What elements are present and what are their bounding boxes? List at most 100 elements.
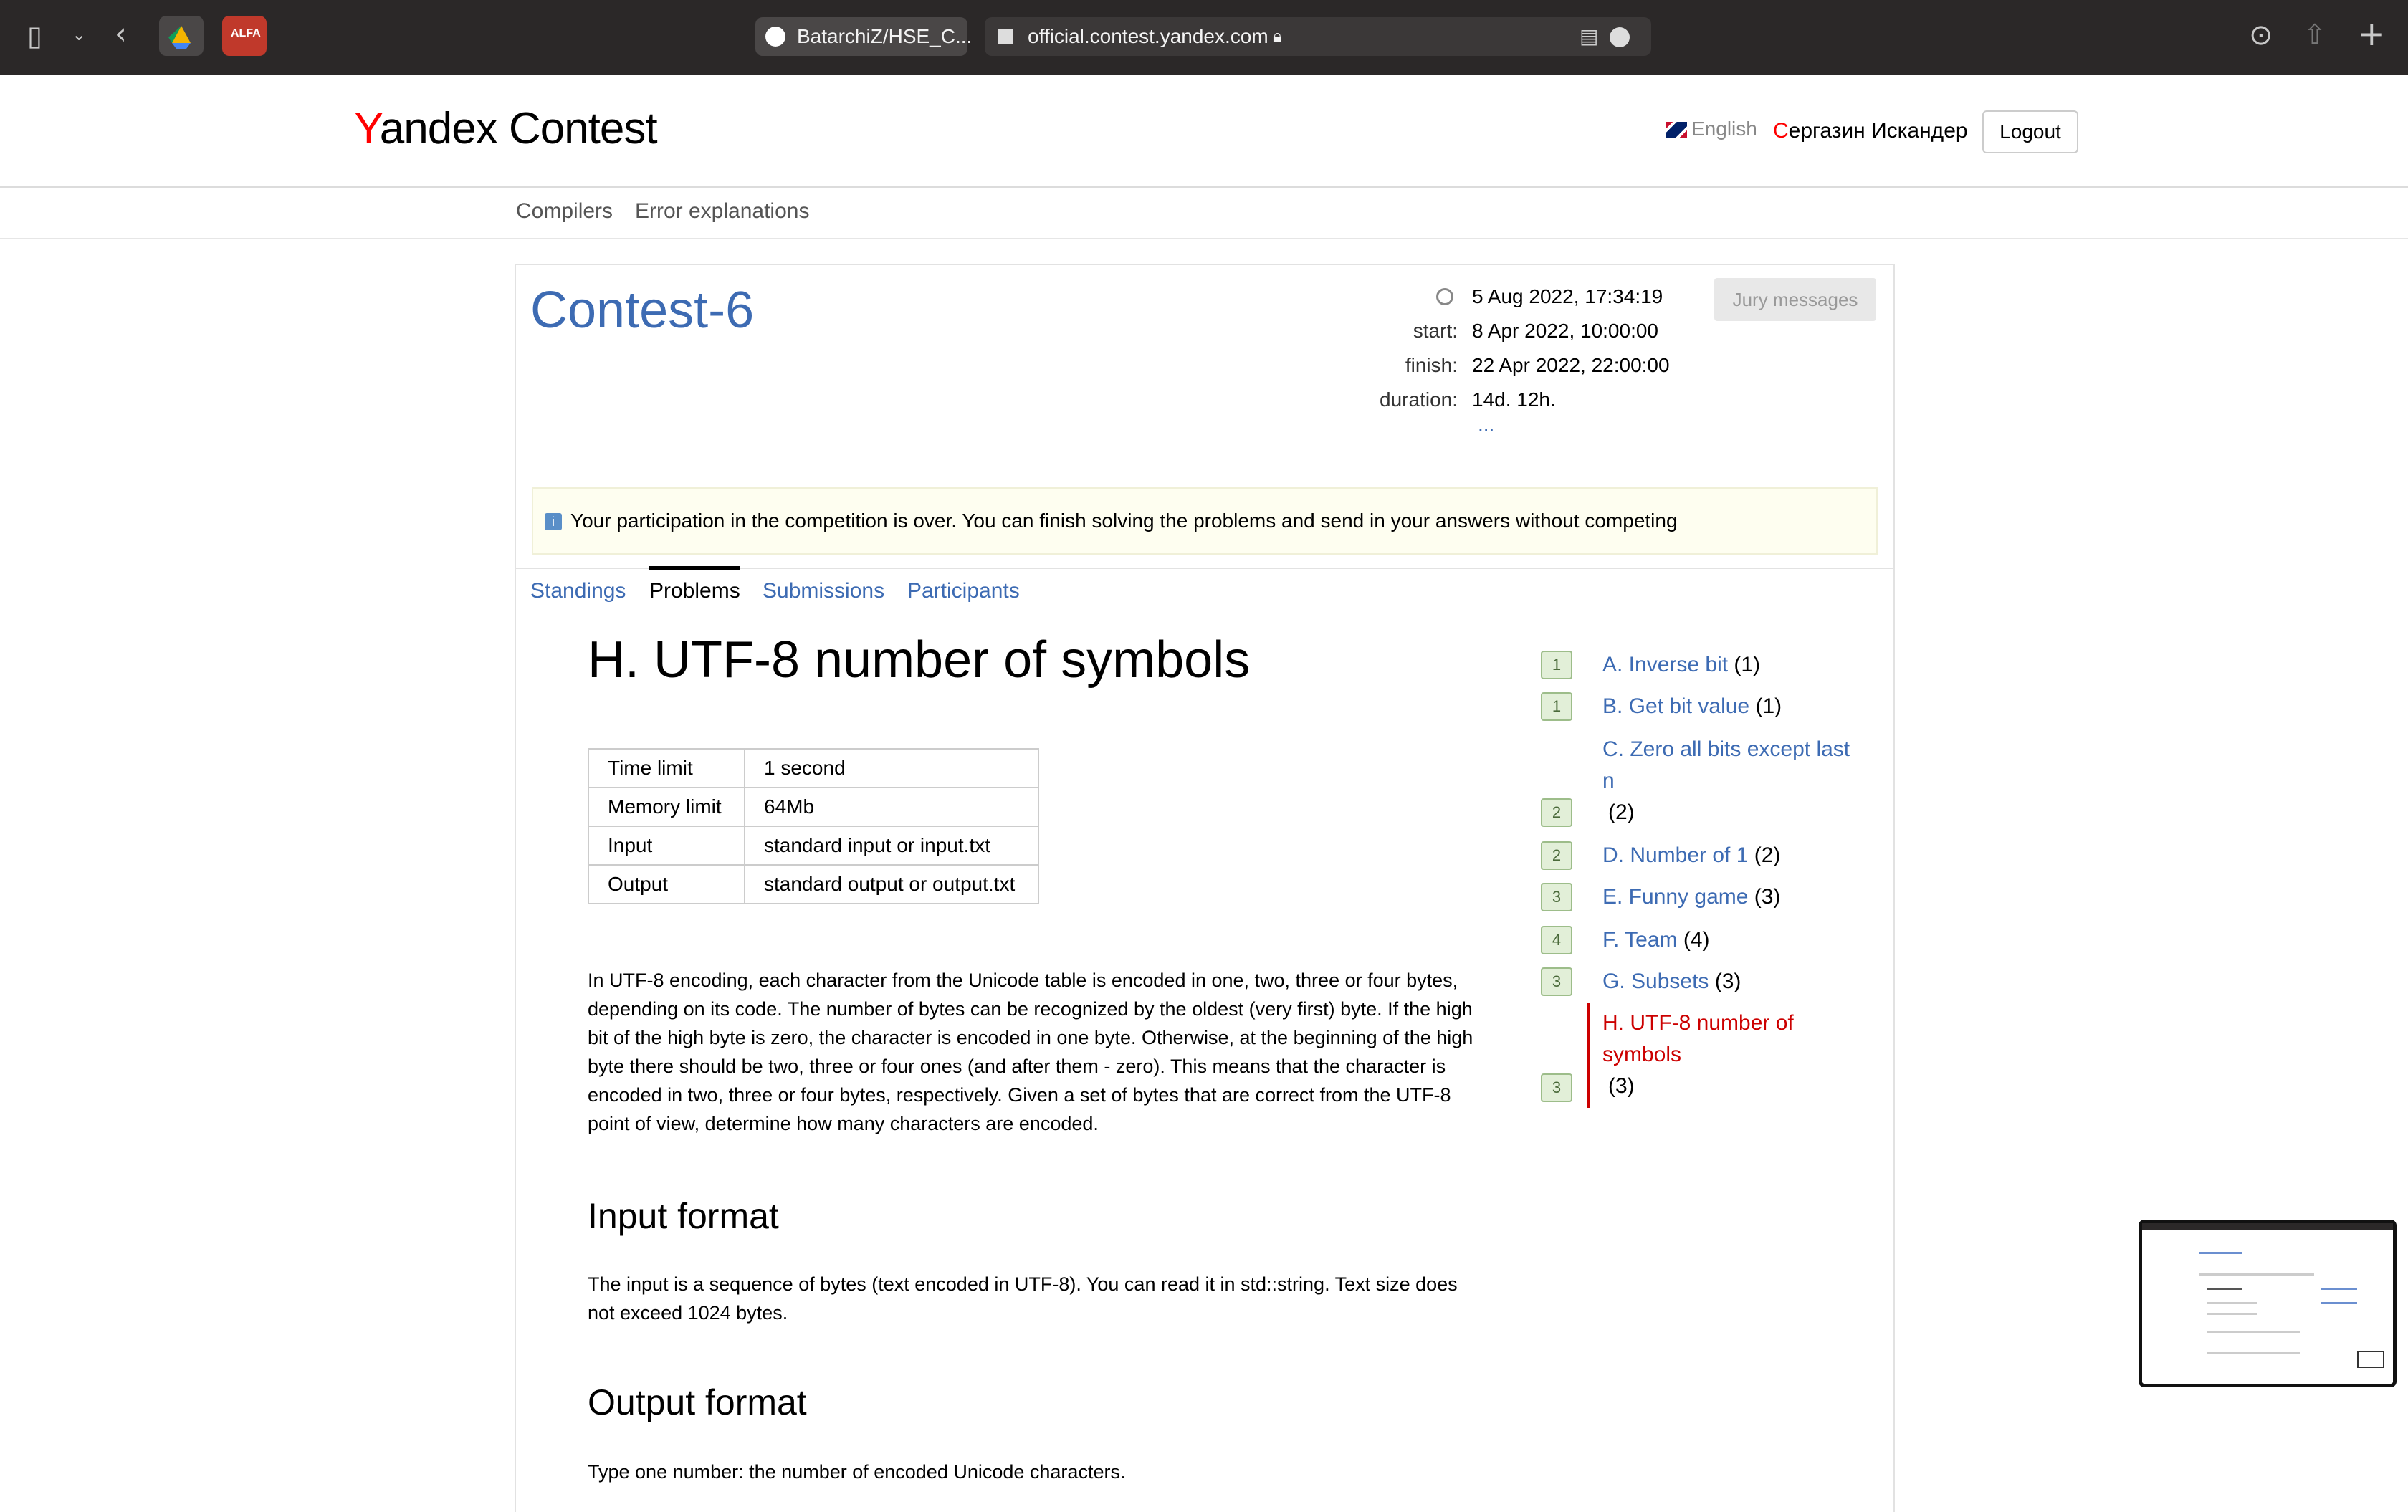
tab-standings[interactable]: Standings: [530, 579, 626, 603]
more-icon[interactable]: [1610, 27, 1630, 47]
problem-count: (1): [1734, 653, 1761, 676]
problem-score-badge: 3: [1541, 1073, 1572, 1102]
thumbnail-line: [2207, 1313, 2257, 1315]
problem-link-e[interactable]: E. Funny game (3): [1602, 881, 1868, 913]
problem-statement: In UTF-8 encoding, each character from t…: [588, 970, 1473, 1134]
thumbnail-line: [2207, 1288, 2242, 1290]
yandex-contest-logo[interactable]: Yandex Contest: [354, 103, 658, 154]
problem-name: H. UTF-8 number of symbols: [1602, 1011, 1794, 1066]
back-icon[interactable]: ‹: [115, 16, 127, 51]
github-icon: [765, 27, 785, 47]
problem-name: A. Inverse bit: [1602, 653, 1729, 676]
jury-messages-button[interactable]: Jury messages: [1714, 278, 1876, 321]
sub-navigation: Compilers Error explanations: [0, 188, 2408, 239]
drive-icon[interactable]: [159, 16, 204, 56]
site-favicon: [998, 29, 1013, 44]
flag-icon: [1666, 122, 1687, 138]
tab-title: BatarchiZ/HSE_C...: [797, 25, 973, 47]
window-preview-thumbnail[interactable]: [2139, 1220, 2397, 1387]
browser-toolbar: ▯ ⌄ ‹ ALFA BatarchiZ/HSE_C... official.c…: [0, 0, 2408, 75]
problem-count: (2): [1754, 843, 1781, 867]
problem-link-c[interactable]: C. Zero all bits except last n (2): [1602, 734, 1868, 828]
contest-title[interactable]: Contest-6: [530, 281, 754, 340]
problem-name: F. Team: [1602, 928, 1678, 952]
problem-link-a[interactable]: A. Inverse bit (1): [1602, 649, 1868, 681]
problem-score-badge: 3: [1541, 883, 1572, 911]
logo-text: andex Contest: [379, 104, 658, 153]
problem-link-f[interactable]: F. Team (4): [1602, 924, 1868, 956]
problem-link-g[interactable]: G. Subsets (3): [1602, 966, 1868, 997]
start-value: 8 Apr 2022, 10:00:00: [1472, 320, 1658, 342]
start-label: start:: [1413, 320, 1458, 342]
duration-value: 14d. 12h.: [1472, 388, 1556, 411]
address-bar[interactable]: official.contest.yandex.com 🔒︎ ▤: [985, 17, 1651, 56]
tab-problems[interactable]: Problems: [649, 579, 740, 603]
output-format-text: Type one number: the number of encoded U…: [588, 1461, 1126, 1483]
problem-link-d[interactable]: D. Number of 1 (2): [1602, 840, 1868, 871]
notice-text: Your participation in the competition is…: [570, 509, 1678, 532]
more-link[interactable]: ...: [1478, 413, 1494, 436]
chevron-down-icon[interactable]: ⌄: [72, 24, 86, 44]
table-row: Time limit 1 second: [588, 748, 1039, 788]
tab-participants[interactable]: Participants: [907, 579, 1020, 603]
compilers-link[interactable]: Compilers: [516, 199, 613, 224]
alfa-label: ALFA: [231, 27, 261, 39]
thumbnail-line: [2199, 1273, 2314, 1276]
problem-score-badge: 2: [1541, 798, 1572, 827]
reader-icon[interactable]: ▤: [1580, 17, 1598, 56]
thumbnail-line: [2207, 1331, 2300, 1333]
thumbnail-line: [2207, 1302, 2257, 1304]
thumbnail-line: [2207, 1352, 2300, 1354]
thumbnail-line: [2199, 1252, 2242, 1254]
limits-table: Time limit 1 second Memory limit 64Mb Inpu…: [588, 748, 1039, 904]
input-format-text: The input is a sequence of bytes (text e…: [588, 1273, 1458, 1324]
problem-name: C. Zero all bits except last n: [1602, 737, 1850, 793]
problem-title: H. UTF-8 number of symbols: [588, 631, 1251, 689]
tab-submissions[interactable]: Submissions: [763, 579, 884, 603]
info-icon: i: [545, 513, 562, 530]
problem-count: (4): [1683, 928, 1710, 952]
plus-icon[interactable]: +: [2358, 14, 2386, 53]
input-format-heading: Input format: [588, 1196, 779, 1236]
problem-link-h[interactable]: H. UTF-8 number of symbols (3): [1602, 1008, 1839, 1102]
problem-score-badge: 4: [1541, 926, 1572, 954]
problem-score-badge: 1: [1541, 692, 1572, 721]
limit-value: 1 second: [744, 748, 1039, 788]
url-text: official.contest.yandex.com: [1028, 25, 1268, 47]
user-initial: С: [1773, 119, 1789, 143]
browser-tab[interactable]: BatarchiZ/HSE_C...: [755, 17, 972, 56]
sidebar-icon[interactable]: ▯: [27, 20, 42, 52]
limit-key: Time limit: [588, 748, 745, 788]
thumbnail-viewport: [2357, 1351, 2384, 1368]
problem-count: (1): [1755, 694, 1782, 718]
alfa-extension-icon[interactable]: ALFA: [222, 16, 267, 56]
thumbnail-line: [2321, 1302, 2357, 1304]
table-row: Input standard input or input.txt: [588, 826, 1039, 866]
logo-y: Y: [354, 104, 381, 153]
user-name[interactable]: Сергазин Искандер: [1773, 119, 1968, 143]
limit-value: 64Mb: [744, 787, 1039, 827]
problem-count: (3): [1714, 970, 1742, 993]
share-icon[interactable]: ⇧: [2303, 19, 2326, 50]
limit-value: standard output or output.txt: [744, 864, 1039, 904]
problem-name: D. Number of 1: [1602, 843, 1749, 867]
download-icon[interactable]: ⊙: [2249, 19, 2273, 52]
problem-link-b[interactable]: B. Get bit value (1): [1602, 691, 1868, 722]
active-tab-indicator: [649, 566, 740, 570]
problem-name: B. Get bit value: [1602, 694, 1750, 718]
active-problem-marker: [1587, 1003, 1590, 1108]
error-explanations-link[interactable]: Error explanations: [635, 199, 809, 224]
duration-label: duration:: [1380, 388, 1458, 411]
lock-icon: 🔒︎: [1273, 27, 1282, 46]
user-rest: ергазин Искандер: [1788, 119, 1968, 143]
problem-name: E. Funny game: [1602, 885, 1749, 909]
site-header: Yandex Contest English Сергазин Искандер…: [0, 75, 2408, 188]
thumbnail-toolbar: [2142, 1223, 2393, 1230]
finish-value: 22 Apr 2022, 22:00:00: [1472, 354, 1670, 376]
limit-key: Output: [588, 864, 745, 904]
participation-notice: i Your participation in the competition i…: [532, 487, 1878, 555]
logout-button[interactable]: Logout: [1982, 110, 2078, 153]
language-switch[interactable]: English: [1666, 118, 1757, 140]
problem-count: (3): [1608, 1074, 1635, 1098]
problem-name: G. Subsets: [1602, 970, 1709, 993]
